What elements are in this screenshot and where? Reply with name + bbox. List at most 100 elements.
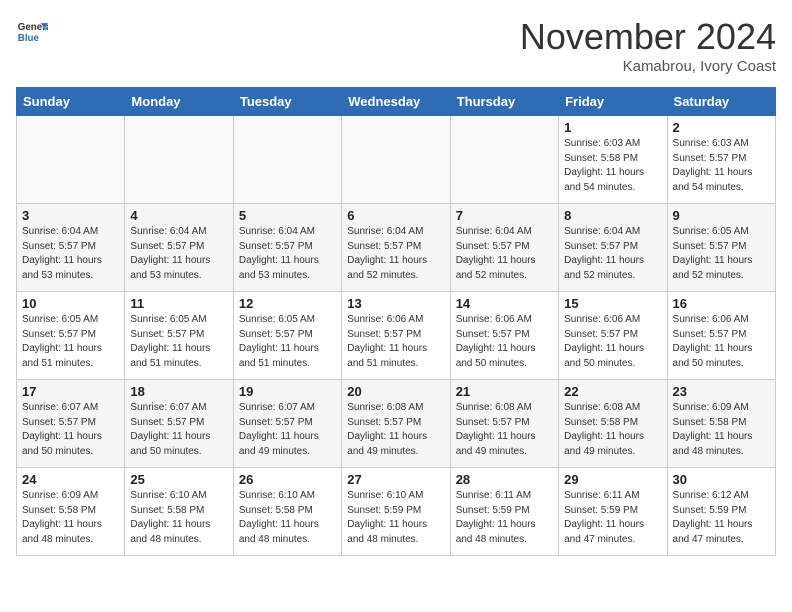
day-info: Sunrise: 6:12 AM Sunset: 5:59 PM Dayligh… bbox=[673, 489, 770, 547]
day-info: Sunrise: 6:08 AM Sunset: 5:57 PM Dayligh… bbox=[456, 401, 553, 459]
day-number: 29 bbox=[564, 472, 661, 487]
month-title: November 2024 bbox=[520, 16, 776, 58]
title-block: November 2024 Kamabrou, Ivory Coast bbox=[520, 16, 776, 75]
day-number: 13 bbox=[347, 296, 444, 311]
calendar-cell bbox=[125, 116, 233, 204]
calendar-cell: 22 Sunrise: 6:08 AM Sunset: 5:58 PM Dayli… bbox=[559, 380, 667, 468]
day-info: Sunrise: 6:05 AM Sunset: 5:57 PM Dayligh… bbox=[239, 313, 336, 371]
calendar-cell: 19 Sunrise: 6:07 AM Sunset: 5:57 PM Dayli… bbox=[233, 380, 341, 468]
day-number: 10 bbox=[22, 296, 119, 311]
day-info: Sunrise: 6:11 AM Sunset: 5:59 PM Dayligh… bbox=[564, 489, 661, 547]
day-number: 18 bbox=[130, 384, 227, 399]
day-info: Sunrise: 6:08 AM Sunset: 5:58 PM Dayligh… bbox=[564, 401, 661, 459]
day-info: Sunrise: 6:04 AM Sunset: 5:57 PM Dayligh… bbox=[130, 225, 227, 283]
day-info: Sunrise: 6:10 AM Sunset: 5:59 PM Dayligh… bbox=[347, 489, 444, 547]
day-info: Sunrise: 6:04 AM Sunset: 5:57 PM Dayligh… bbox=[22, 225, 119, 283]
day-number: 16 bbox=[673, 296, 770, 311]
calendar-table: SundayMondayTuesdayWednesdayThursdayFrid… bbox=[16, 87, 776, 556]
day-info: Sunrise: 6:10 AM Sunset: 5:58 PM Dayligh… bbox=[130, 489, 227, 547]
day-number: 11 bbox=[130, 296, 227, 311]
location: Kamabrou, Ivory Coast bbox=[520, 58, 776, 75]
calendar-cell: 26 Sunrise: 6:10 AM Sunset: 5:58 PM Dayli… bbox=[233, 468, 341, 556]
day-number: 24 bbox=[22, 472, 119, 487]
day-info: Sunrise: 6:03 AM Sunset: 5:58 PM Dayligh… bbox=[564, 137, 661, 195]
day-info: Sunrise: 6:04 AM Sunset: 5:57 PM Dayligh… bbox=[456, 225, 553, 283]
weekday-header-sunday: Sunday bbox=[17, 88, 125, 116]
day-info: Sunrise: 6:06 AM Sunset: 5:57 PM Dayligh… bbox=[347, 313, 444, 371]
calendar-cell: 2 Sunrise: 6:03 AM Sunset: 5:57 PM Daylig… bbox=[667, 116, 775, 204]
calendar-cell: 13 Sunrise: 6:06 AM Sunset: 5:57 PM Dayli… bbox=[342, 292, 450, 380]
day-info: Sunrise: 6:07 AM Sunset: 5:57 PM Dayligh… bbox=[239, 401, 336, 459]
calendar-cell: 6Sunrise: 6:04 AM Sunset: 5:57 PM Daylig… bbox=[342, 204, 450, 292]
calendar-cell: 25 Sunrise: 6:10 AM Sunset: 5:58 PM Dayli… bbox=[125, 468, 233, 556]
day-number: 28 bbox=[456, 472, 553, 487]
day-number: 22 bbox=[564, 384, 661, 399]
day-number: 4 bbox=[130, 208, 227, 223]
weekday-header-row: SundayMondayTuesdayWednesdayThursdayFrid… bbox=[17, 88, 776, 116]
day-info: Sunrise: 6:10 AM Sunset: 5:58 PM Dayligh… bbox=[239, 489, 336, 547]
calendar-cell: 30 Sunrise: 6:12 AM Sunset: 5:59 PM Dayli… bbox=[667, 468, 775, 556]
calendar-cell: 29 Sunrise: 6:11 AM Sunset: 5:59 PM Dayli… bbox=[559, 468, 667, 556]
day-number: 9 bbox=[673, 208, 770, 223]
day-info: Sunrise: 6:03 AM Sunset: 5:57 PM Dayligh… bbox=[673, 137, 770, 195]
weekday-header-wednesday: Wednesday bbox=[342, 88, 450, 116]
day-info: Sunrise: 6:06 AM Sunset: 5:57 PM Dayligh… bbox=[564, 313, 661, 371]
calendar-cell: 1Sunrise: 6:03 AM Sunset: 5:58 PM Daylig… bbox=[559, 116, 667, 204]
day-info: Sunrise: 6:06 AM Sunset: 5:57 PM Dayligh… bbox=[673, 313, 770, 371]
svg-text:Blue: Blue bbox=[18, 33, 40, 44]
calendar-cell: 12Sunrise: 6:05 AM Sunset: 5:57 PM Dayli… bbox=[233, 292, 341, 380]
calendar-cell: 4 Sunrise: 6:04 AM Sunset: 5:57 PM Daylig… bbox=[125, 204, 233, 292]
calendar-cell: 18 Sunrise: 6:07 AM Sunset: 5:57 PM Dayli… bbox=[125, 380, 233, 468]
day-number: 19 bbox=[239, 384, 336, 399]
day-info: Sunrise: 6:05 AM Sunset: 5:57 PM Dayligh… bbox=[130, 313, 227, 371]
day-info: Sunrise: 6:05 AM Sunset: 5:57 PM Dayligh… bbox=[22, 313, 119, 371]
calendar-cell: 21 Sunrise: 6:08 AM Sunset: 5:57 PM Dayli… bbox=[450, 380, 558, 468]
day-number: 15 bbox=[564, 296, 661, 311]
calendar-cell bbox=[342, 116, 450, 204]
page-header: General Blue November 2024 Kamabrou, Ivo… bbox=[16, 16, 776, 75]
day-number: 20 bbox=[347, 384, 444, 399]
calendar-cell bbox=[17, 116, 125, 204]
calendar-cell: 17 Sunrise: 6:07 AM Sunset: 5:57 PM Dayli… bbox=[17, 380, 125, 468]
calendar-cell: 11 Sunrise: 6:05 AM Sunset: 5:57 PM Dayli… bbox=[125, 292, 233, 380]
calendar-cell: 23 Sunrise: 6:09 AM Sunset: 5:58 PM Dayli… bbox=[667, 380, 775, 468]
day-number: 21 bbox=[456, 384, 553, 399]
day-number: 25 bbox=[130, 472, 227, 487]
day-info: Sunrise: 6:08 AM Sunset: 5:57 PM Dayligh… bbox=[347, 401, 444, 459]
calendar-week-4: 17 Sunrise: 6:07 AM Sunset: 5:57 PM Dayli… bbox=[17, 380, 776, 468]
calendar-cell: 5Sunrise: 6:04 AM Sunset: 5:57 PM Daylig… bbox=[233, 204, 341, 292]
calendar-cell: 10 Sunrise: 6:05 AM Sunset: 5:57 PM Dayli… bbox=[17, 292, 125, 380]
weekday-header-thursday: Thursday bbox=[450, 88, 558, 116]
day-info: Sunrise: 6:11 AM Sunset: 5:59 PM Dayligh… bbox=[456, 489, 553, 547]
day-number: 27 bbox=[347, 472, 444, 487]
calendar-cell: 24 Sunrise: 6:09 AM Sunset: 5:58 PM Dayli… bbox=[17, 468, 125, 556]
calendar-cell: 7 Sunrise: 6:04 AM Sunset: 5:57 PM Daylig… bbox=[450, 204, 558, 292]
calendar-cell: 16 Sunrise: 6:06 AM Sunset: 5:57 PM Dayli… bbox=[667, 292, 775, 380]
calendar-cell: 8Sunrise: 6:04 AM Sunset: 5:57 PM Daylig… bbox=[559, 204, 667, 292]
weekday-header-friday: Friday bbox=[559, 88, 667, 116]
calendar-cell: 9Sunrise: 6:05 AM Sunset: 5:57 PM Daylig… bbox=[667, 204, 775, 292]
day-info: Sunrise: 6:07 AM Sunset: 5:57 PM Dayligh… bbox=[22, 401, 119, 459]
calendar-cell: 15 Sunrise: 6:06 AM Sunset: 5:57 PM Dayli… bbox=[559, 292, 667, 380]
day-number: 6 bbox=[347, 208, 444, 223]
day-info: Sunrise: 6:09 AM Sunset: 5:58 PM Dayligh… bbox=[22, 489, 119, 547]
day-number: 23 bbox=[673, 384, 770, 399]
calendar-cell: 27 Sunrise: 6:10 AM Sunset: 5:59 PM Dayli… bbox=[342, 468, 450, 556]
calendar-cell: 28 Sunrise: 6:11 AM Sunset: 5:59 PM Dayli… bbox=[450, 468, 558, 556]
calendar-week-2: 3Sunrise: 6:04 AM Sunset: 5:57 PM Daylig… bbox=[17, 204, 776, 292]
day-number: 17 bbox=[22, 384, 119, 399]
day-info: Sunrise: 6:04 AM Sunset: 5:57 PM Dayligh… bbox=[239, 225, 336, 283]
day-info: Sunrise: 6:04 AM Sunset: 5:57 PM Dayligh… bbox=[564, 225, 661, 283]
day-info: Sunrise: 6:09 AM Sunset: 5:58 PM Dayligh… bbox=[673, 401, 770, 459]
day-number: 7 bbox=[456, 208, 553, 223]
day-info: Sunrise: 6:07 AM Sunset: 5:57 PM Dayligh… bbox=[130, 401, 227, 459]
weekday-header-tuesday: Tuesday bbox=[233, 88, 341, 116]
calendar-cell: 3Sunrise: 6:04 AM Sunset: 5:57 PM Daylig… bbox=[17, 204, 125, 292]
logo: General Blue bbox=[16, 16, 48, 48]
day-number: 14 bbox=[456, 296, 553, 311]
weekday-header-monday: Monday bbox=[125, 88, 233, 116]
day-number: 30 bbox=[673, 472, 770, 487]
weekday-header-saturday: Saturday bbox=[667, 88, 775, 116]
day-number: 26 bbox=[239, 472, 336, 487]
day-number: 2 bbox=[673, 120, 770, 135]
